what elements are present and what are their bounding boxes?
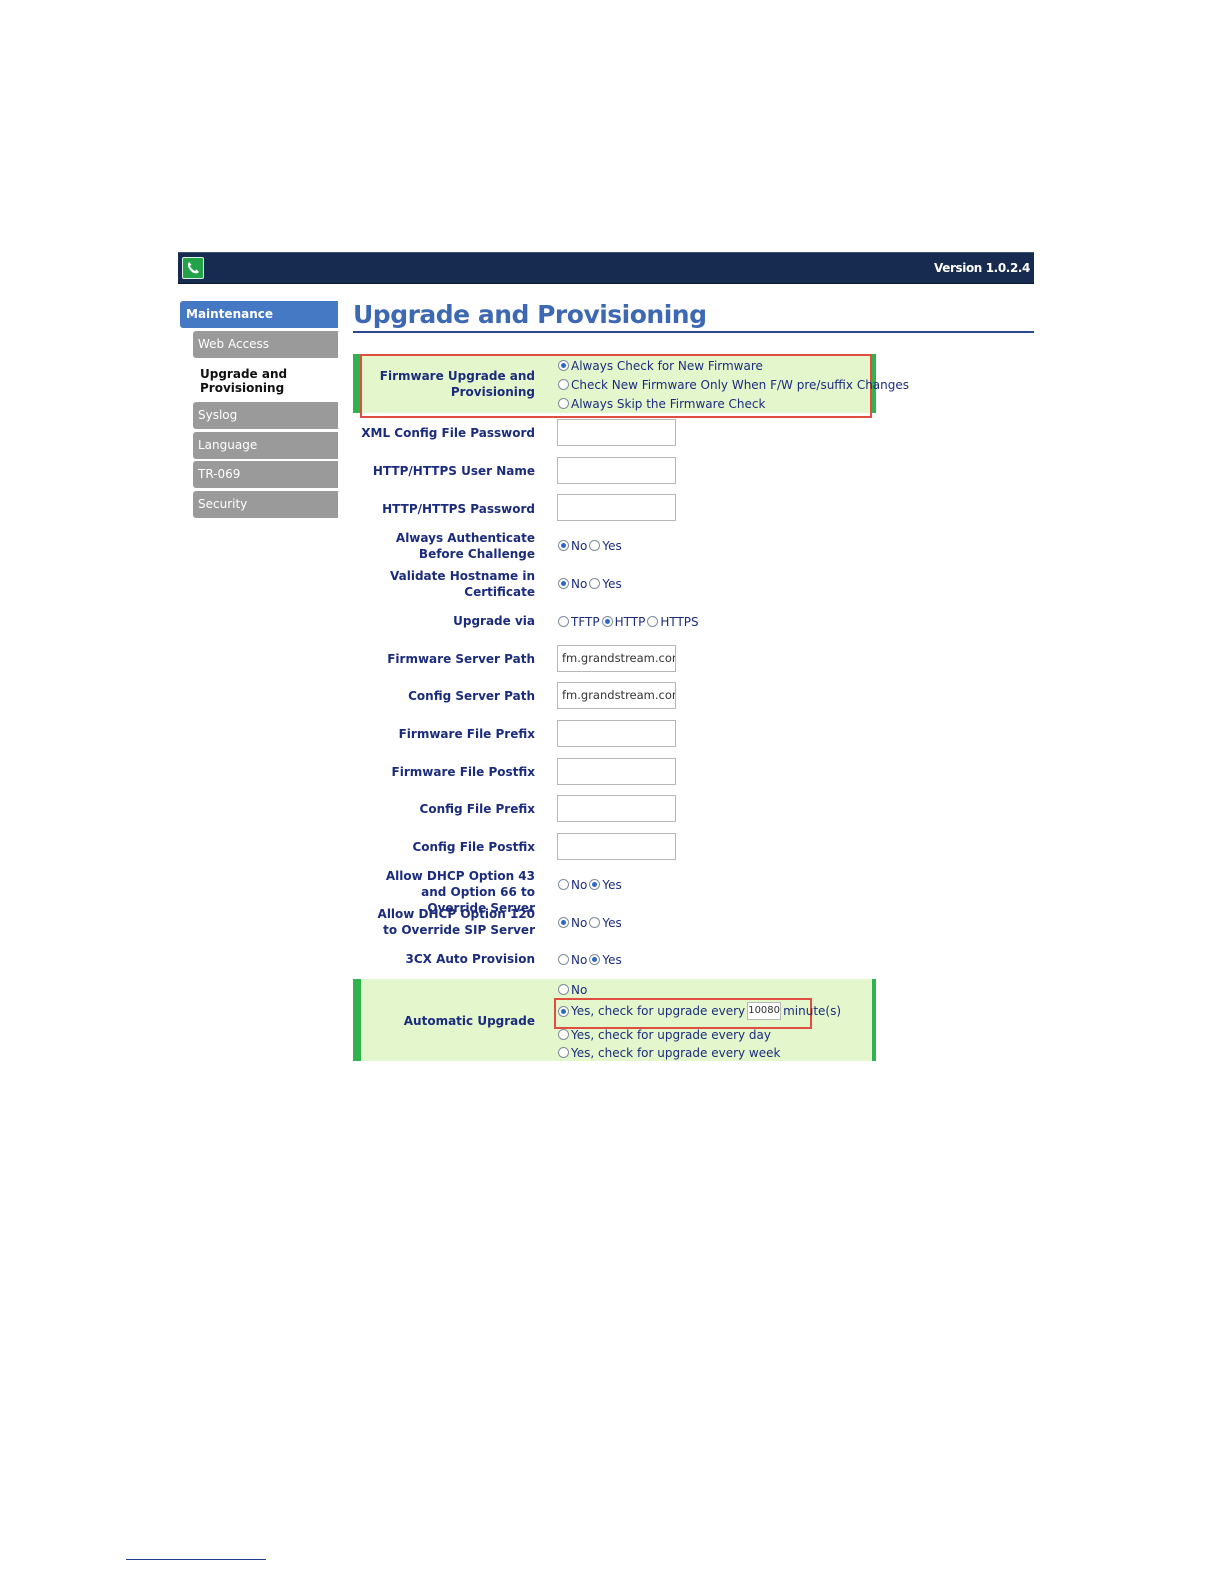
http-password-label: HTTP/HTTPS Password — [382, 502, 535, 516]
dhcp-option-43-66-options: No Yes — [558, 877, 624, 892]
validate-hostname-options: No Yes — [558, 576, 624, 591]
page-title: Upgrade and Provisioning — [353, 300, 707, 329]
version-label: Version 1.0.2.4 — [934, 261, 1030, 275]
auto-provision-3cx-options: No Yes — [558, 952, 624, 967]
firmware-file-postfix-input[interactable] — [557, 758, 676, 785]
radio-icon[interactable] — [558, 578, 569, 589]
firmware-option-always-skip[interactable]: Always Skip the Firmware Check — [558, 396, 767, 411]
firmware-option-check-on-change[interactable]: Check New Firmware Only When F/W pre/suf… — [558, 377, 911, 392]
http-user-name-label: HTTP/HTTPS User Name — [372, 464, 535, 478]
always-authenticate-options: No Yes — [558, 538, 624, 553]
automatic-upgrade-option-no[interactable]: No — [558, 982, 589, 997]
upgrade-via-options: TFTP HTTP HTTPS — [558, 614, 701, 629]
always-authenticate-label: Always Authenticate Before Challenge — [395, 531, 535, 561]
radio-icon[interactable] — [558, 360, 569, 371]
config-server-path-label: Config Server Path — [408, 689, 535, 703]
sidebar: Maintenance Web Access Upgrade and Provi… — [180, 301, 338, 518]
radio-icon[interactable] — [558, 1029, 569, 1040]
radio-icon[interactable] — [558, 540, 569, 551]
config-file-postfix-label: Config File Postfix — [412, 840, 535, 854]
xml-config-password-label: XML Config File Password — [361, 426, 535, 440]
sidebar-item-syslog[interactable]: Syslog — [193, 402, 338, 429]
header-bar: Version 1.0.2.4 — [178, 252, 1034, 284]
dhcp-option-120-label: Allow DHCP Option 120 to Override SIP Se… — [377, 907, 535, 937]
xml-config-password-input[interactable] — [557, 419, 676, 446]
config-server-path-input[interactable]: fm.grandstream.com/gs — [557, 682, 676, 709]
radio-icon[interactable] — [589, 954, 601, 965]
radio-icon[interactable] — [558, 1047, 569, 1058]
radio-icon[interactable] — [558, 984, 569, 995]
firmware-file-postfix-label: Firmware File Postfix — [391, 765, 535, 779]
firmware-upgrade-label: Firmware Upgrade and Provisioning — [379, 369, 535, 399]
sidebar-item-web-access[interactable]: Web Access — [193, 331, 338, 358]
sidebar-item-tr-069[interactable]: TR-069 — [193, 461, 338, 488]
radio-icon[interactable] — [558, 616, 569, 627]
firmware-file-prefix-label: Firmware File Prefix — [398, 727, 535, 741]
radio-icon[interactable] — [589, 917, 601, 928]
sidebar-item-security[interactable]: Security — [193, 491, 338, 518]
automatic-upgrade-label: Automatic Upgrade — [403, 1014, 535, 1028]
radio-icon[interactable] — [589, 879, 601, 890]
radio-icon[interactable] — [647, 616, 659, 627]
footnote-divider — [126, 1559, 266, 1560]
firmware-server-path-input[interactable]: fm.grandstream.com/gs — [557, 645, 676, 672]
auto-provision-3cx-label: 3CX Auto Provision — [405, 952, 535, 966]
phone-logo-icon — [182, 257, 204, 279]
http-password-input[interactable] — [557, 494, 676, 521]
sidebar-heading-maintenance[interactable]: Maintenance — [180, 301, 338, 328]
radio-icon[interactable] — [558, 398, 569, 409]
radio-icon[interactable] — [558, 954, 569, 965]
config-file-prefix-label: Config File Prefix — [419, 802, 535, 816]
radio-icon[interactable] — [589, 540, 601, 551]
radio-icon[interactable] — [558, 379, 569, 390]
radio-icon[interactable] — [589, 578, 601, 589]
dhcp-option-120-options: No Yes — [558, 915, 624, 930]
title-underline — [353, 331, 1034, 333]
radio-icon[interactable] — [558, 917, 569, 928]
radio-icon[interactable] — [558, 879, 569, 890]
sidebar-item-language[interactable]: Language — [193, 432, 338, 459]
firmware-option-always-check[interactable]: Always Check for New Firmware — [558, 358, 765, 373]
automatic-upgrade-option-week[interactable]: Yes, check for upgrade every week — [558, 1045, 782, 1060]
http-user-name-input[interactable] — [557, 457, 676, 484]
radio-icon[interactable] — [601, 616, 613, 627]
automatic-upgrade-option-interval[interactable]: Yes, check for upgrade every 10080 minute(… — [558, 1002, 843, 1020]
firmware-file-prefix-input[interactable] — [557, 720, 676, 747]
firmware-server-path-label: Firmware Server Path — [387, 652, 535, 666]
upgrade-interval-input[interactable]: 10080 — [747, 1002, 782, 1020]
automatic-upgrade-option-day[interactable]: Yes, check for upgrade every day — [558, 1027, 773, 1042]
config-file-prefix-input[interactable] — [557, 795, 676, 822]
radio-icon[interactable] — [558, 1005, 569, 1017]
validate-hostname-label: Validate Hostname in Certificate — [390, 569, 535, 599]
upgrade-via-label: Upgrade via — [453, 614, 535, 628]
config-file-postfix-input[interactable] — [557, 833, 676, 860]
sidebar-item-upgrade-and-provisioning[interactable]: Upgrade and Provisioning — [200, 367, 338, 395]
